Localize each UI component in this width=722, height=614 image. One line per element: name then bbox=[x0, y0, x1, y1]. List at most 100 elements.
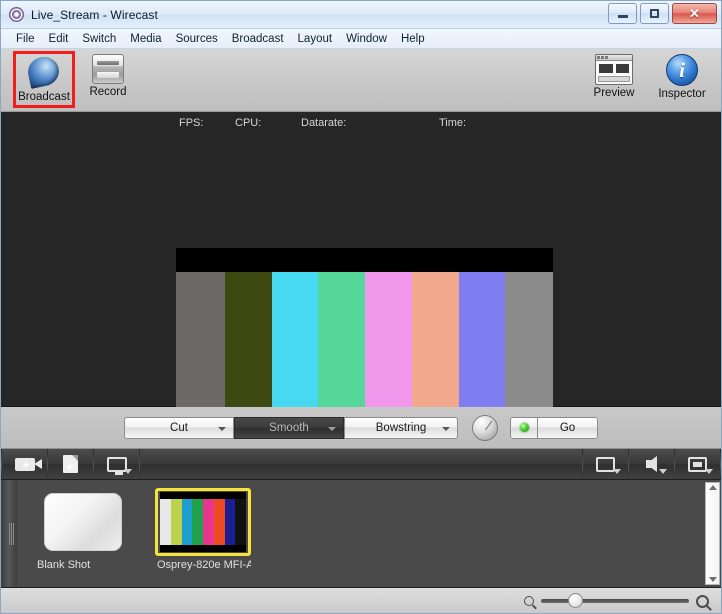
preview-window-icon bbox=[595, 54, 633, 85]
chevron-down-icon bbox=[442, 426, 450, 431]
menu-item-sources[interactable]: Sources bbox=[169, 32, 225, 46]
bottom-bar bbox=[1, 588, 721, 613]
inspector-button-label: Inspector bbox=[658, 88, 706, 100]
shot-bin-toolbar-right bbox=[582, 448, 721, 480]
minimize-button[interactable] bbox=[608, 3, 637, 24]
transition-b-label: Smooth bbox=[269, 421, 309, 434]
add-media-shot-button[interactable]: + bbox=[48, 449, 93, 480]
close-icon: ✕ bbox=[689, 6, 700, 21]
chevron-down-icon bbox=[124, 468, 132, 474]
shot-list: Blank Shot Osprey-820e MFI-A bbox=[17, 480, 704, 587]
wirecast-logo-icon bbox=[9, 7, 24, 22]
broadcast-button-label: Broadcast bbox=[18, 90, 70, 103]
status-led-icon bbox=[519, 423, 529, 432]
thumb-color-bar-5 bbox=[213, 499, 225, 545]
main-toolbar: Broadcast Record Preview i Inspector bbox=[1, 49, 721, 112]
menu-item-help[interactable]: Help bbox=[394, 32, 432, 46]
thumb-color-bar-0 bbox=[160, 499, 171, 545]
audio-button[interactable] bbox=[629, 449, 674, 480]
inspector-button[interactable]: i Inspector bbox=[653, 51, 711, 100]
chevron-down-icon bbox=[218, 426, 226, 431]
time-label: Time: bbox=[439, 117, 467, 129]
add-camera-shot-button[interactable]: + bbox=[2, 449, 47, 480]
record-button[interactable]: Record bbox=[79, 51, 137, 108]
menu-item-window[interactable]: Window bbox=[339, 32, 394, 46]
go-button[interactable]: Go bbox=[538, 417, 597, 438]
broadcast-button[interactable]: Broadcast bbox=[13, 51, 75, 108]
scrollbar-track[interactable] bbox=[705, 482, 720, 585]
menu-bar: File Edit Switch Media Sources Broadcast… bbox=[1, 29, 721, 49]
info-circle-icon: i bbox=[666, 54, 698, 86]
hard-drive-icon bbox=[92, 54, 124, 84]
transition-c-dropdown[interactable]: Bowstring bbox=[344, 416, 458, 439]
menu-item-switch[interactable]: Switch bbox=[75, 32, 123, 46]
chevron-down-icon bbox=[659, 468, 667, 474]
menu-item-file[interactable]: File bbox=[9, 32, 42, 46]
magnifier-small-icon[interactable] bbox=[524, 596, 534, 606]
document-plus-icon: + bbox=[63, 455, 78, 473]
menu-item-edit[interactable]: Edit bbox=[42, 32, 76, 46]
go-status-led-cell[interactable] bbox=[511, 417, 538, 438]
window-title: Live_Stream - Wirecast bbox=[31, 7, 158, 22]
scroll-down-icon[interactable] bbox=[708, 577, 717, 582]
menu-item-media[interactable]: Media bbox=[123, 32, 168, 46]
wirecast-window: Live_Stream - Wirecast ✕ File Edit Switc… bbox=[0, 0, 722, 614]
camera-plus-icon: + bbox=[14, 457, 42, 471]
shot-layout-button[interactable] bbox=[675, 449, 720, 480]
magnifier-large-icon[interactable] bbox=[696, 594, 709, 608]
maximize-button[interactable] bbox=[640, 3, 669, 24]
thumb-color-bar-4 bbox=[203, 499, 214, 545]
speaker-icon bbox=[646, 456, 657, 472]
window-controls: ✕ bbox=[608, 3, 717, 24]
zoom-slider-thumb[interactable] bbox=[568, 593, 583, 608]
fps-label: FPS: bbox=[179, 117, 204, 129]
preview-button[interactable]: Preview bbox=[585, 51, 643, 100]
colorbars-shot-thumbnail bbox=[160, 492, 246, 552]
chevron-down-icon bbox=[328, 426, 336, 431]
bin-vertical-scrollbar[interactable] bbox=[704, 480, 721, 587]
add-screen-shot-button[interactable] bbox=[94, 449, 139, 480]
menu-item-layout[interactable]: Layout bbox=[291, 32, 340, 46]
maximize-icon bbox=[650, 9, 659, 18]
thumb-color-bar-1 bbox=[170, 499, 182, 545]
shot-bin-drag-handle[interactable] bbox=[1, 480, 17, 587]
shot-bin-toolbar: + + bbox=[1, 448, 721, 480]
transition-b-dropdown[interactable]: Smooth bbox=[234, 416, 344, 439]
layer-view-button[interactable] bbox=[583, 449, 628, 480]
shot-label: Osprey-820e MFI-A bbox=[157, 559, 251, 571]
program-stage: FPS: CPU: Datarate: Time: bbox=[1, 112, 721, 508]
chevron-down-icon bbox=[613, 468, 621, 474]
toolbar-divider bbox=[720, 448, 721, 480]
thumb-color-bar-7 bbox=[235, 499, 246, 545]
status-row: FPS: CPU: Datarate: Time: bbox=[1, 112, 721, 134]
blank-shot-thumbnail bbox=[44, 493, 122, 551]
scroll-up-icon[interactable] bbox=[708, 485, 717, 490]
datarate-label: Datarate: bbox=[301, 117, 347, 129]
menu-item-broadcast[interactable]: Broadcast bbox=[225, 32, 291, 46]
list-item[interactable]: Blank Shot bbox=[35, 488, 131, 587]
record-button-label: Record bbox=[89, 86, 127, 98]
transition-c-label: Bowstring bbox=[375, 421, 427, 434]
minimize-icon bbox=[617, 15, 628, 18]
shot-thumbnail-holder bbox=[155, 488, 251, 556]
transition-a-dropdown[interactable]: Cut bbox=[124, 416, 234, 439]
shot-bin: Blank Shot Osprey-820e MFI-A bbox=[1, 480, 721, 588]
transition-speed-knob[interactable] bbox=[472, 414, 498, 441]
zoom-slider[interactable] bbox=[541, 593, 689, 608]
shot-thumbnail-holder bbox=[35, 488, 131, 556]
satellite-dish-icon bbox=[25, 53, 62, 89]
transition-a-label: Cut bbox=[170, 421, 188, 434]
thumb-color-bar-6 bbox=[224, 499, 236, 545]
toolbar-left-group: Broadcast Record bbox=[1, 49, 137, 108]
thumb-color-bar-2 bbox=[181, 499, 193, 545]
cpu-label: CPU: bbox=[235, 117, 262, 129]
shot-label: Blank Shot bbox=[37, 559, 91, 571]
chevron-down-icon bbox=[705, 468, 713, 474]
preview-button-label: Preview bbox=[593, 87, 635, 99]
go-button-group: Go bbox=[510, 416, 598, 439]
toolbar-right-group: Preview i Inspector bbox=[585, 51, 711, 100]
close-button[interactable]: ✕ bbox=[672, 3, 717, 24]
zoom-slider-group bbox=[524, 593, 709, 608]
toolbar-divider bbox=[139, 448, 140, 480]
list-item[interactable]: Osprey-820e MFI-A bbox=[155, 488, 251, 587]
